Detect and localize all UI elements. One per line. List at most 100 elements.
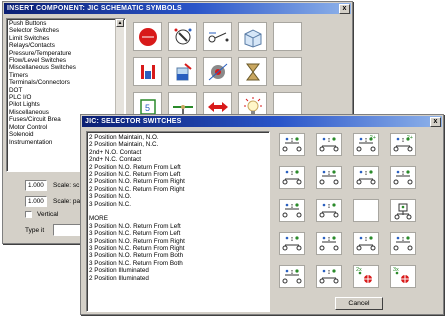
selector-switch-symbol-grid: 2+ 2+ 2x 3x	[273, 133, 439, 295]
category-item[interactable]: Selector Switches	[7, 27, 125, 34]
selector-knob-icon	[394, 203, 412, 219]
cancel-button[interactable]: Cancel	[335, 297, 383, 310]
selector-switch-icon	[282, 236, 302, 251]
category-item[interactable]: Push Buttons	[7, 20, 125, 27]
symbol-tile-selector-switch[interactable]	[168, 22, 197, 51]
main-close-button[interactable]: x	[339, 4, 350, 14]
scroll-up-button[interactable]: ▲	[116, 19, 124, 27]
selector-switch-item[interactable]: 3 Position N.C.	[87, 201, 269, 208]
selector-switch-item[interactable]: 3 Position N.C. Return From Both	[87, 260, 269, 267]
selector-symbol-tile-switch[interactable]	[316, 232, 342, 255]
symbol-tile-empty-2[interactable]	[273, 57, 302, 86]
selector-symbol-tile-switch[interactable]	[316, 133, 342, 156]
scale-pattern-label: Scale: pa	[53, 198, 81, 205]
category-item[interactable]: Flow/Level Switches	[7, 57, 125, 64]
svg-text:5: 5	[145, 103, 150, 113]
category-item[interactable]: Pilot Lights	[7, 101, 125, 108]
category-item[interactable]: PLC I/O	[7, 94, 125, 101]
symbol-tile-misc-switch[interactable]	[203, 57, 232, 86]
flow-level-icon	[176, 62, 192, 80]
selector-symbol-tile-switch[interactable]	[390, 166, 416, 189]
selector-symbol-tile-switch[interactable]	[279, 166, 305, 189]
selector-switch-icon	[319, 203, 339, 218]
selector-switch-item[interactable]: 2 Position N.C. Return From Left	[87, 171, 269, 178]
selector-symbol-tile-switch[interactable]	[316, 166, 342, 189]
selector-symbol-tile-threex[interactable]: 3x	[390, 265, 416, 288]
selector-switch-item[interactable]: 2nd+ N.O. Contact	[87, 149, 269, 156]
selector-symbol-tile-plus_b[interactable]: 2+	[390, 133, 416, 156]
symbol-tile-flow-level[interactable]	[168, 57, 197, 86]
symbol-tile-pressure[interactable]	[133, 57, 162, 86]
selector-switch-item[interactable]: 3 Position N.O. Return From Left	[87, 223, 269, 230]
category-item[interactable]: Timers	[7, 72, 125, 79]
limit-switch-icon	[208, 32, 228, 42]
selector-symbol-tile-switch[interactable]	[279, 133, 305, 156]
selector-switch-icon	[282, 170, 302, 185]
symbol-tile-relay[interactable]	[238, 22, 267, 51]
selector-switch-item[interactable]: 3 Position N.C. Return From Left	[87, 230, 269, 237]
selector-symbol-tile-switch[interactable]	[353, 166, 379, 189]
selector-switch-icon	[282, 269, 302, 284]
selector-switch-icon	[393, 236, 413, 251]
vertical-label: Vertical	[37, 211, 59, 218]
tile-tag-label: 2+	[406, 135, 413, 141]
category-item[interactable]: Relays/Contacts	[7, 42, 125, 49]
selector-symbol-tile-plus_a[interactable]: 2+	[353, 133, 379, 156]
selector-symbol-tile-switch[interactable]	[279, 232, 305, 255]
selector-symbol-tile-twox[interactable]: 2x	[353, 265, 379, 288]
selector-switch-icon	[174, 28, 191, 44]
selector-switches-title: JIC: SELECTOR SWITCHES	[82, 116, 442, 127]
dialog-close-button[interactable]: x	[430, 117, 441, 127]
selector-switch-item[interactable]: 2 Position Illuminated	[87, 267, 269, 274]
selector-switch-icon	[282, 203, 302, 218]
scale-pattern-input[interactable]: 1.000	[25, 196, 47, 207]
type-it-input[interactable]	[53, 224, 83, 236]
category-item[interactable]: Miscellaneous Switches	[7, 64, 125, 71]
tile-tag-label: 3x	[393, 267, 399, 273]
selector-switch-item[interactable]: 2 Position Maintain, N.C.	[87, 141, 269, 148]
scale-symbol-label: Scale: sc	[53, 182, 80, 189]
selector-symbol-tile-switch[interactable]	[279, 199, 305, 222]
selector-switch-icon	[319, 236, 339, 251]
selector-switch-item[interactable]: 3 Position N.O. Return From Right	[87, 238, 269, 245]
selector-switch-item[interactable]: MORE	[87, 215, 269, 222]
selector-switch-item[interactable]	[87, 208, 269, 215]
selector-symbol-tile-empty	[353, 199, 379, 222]
selector-symbol-tile-switch[interactable]	[316, 265, 342, 288]
symbol-tile-limit-switch[interactable]	[203, 22, 232, 51]
misc-switch-icon	[208, 63, 227, 80]
selector-switch-item[interactable]: 2nd+ N.C. Contact	[87, 156, 269, 163]
pressure-gauge-icon	[140, 64, 155, 79]
symbol-tile-timer[interactable]	[238, 57, 267, 86]
category-item[interactable]: DOT	[7, 87, 125, 94]
selector-switch-icon	[319, 170, 339, 185]
category-item[interactable]: Terminals/Connectors	[7, 79, 125, 86]
selector-switch-item[interactable]: 2 Position Maintain, N.O.	[87, 134, 269, 141]
selector-switch-list[interactable]: 2 Position Maintain, N.O. 2 Position Main…	[86, 131, 270, 312]
symbol-tile-push-button[interactable]	[133, 22, 162, 51]
selector-symbol-tile-switch[interactable]	[390, 232, 416, 255]
selector-switch-item[interactable]: 2 Position Illuminated	[87, 275, 269, 282]
selector-switch-icon	[356, 236, 376, 251]
vertical-checkbox[interactable]	[25, 211, 32, 218]
selector-symbol-tile-knob[interactable]	[390, 199, 416, 222]
selector-switch-item[interactable]: 3 Position N.C. Return From Right	[87, 245, 269, 252]
selector-symbol-tile-switch[interactable]	[353, 232, 379, 255]
selector-switch-icon	[319, 269, 339, 284]
selector-switch-item[interactable]: 3 Position N.O.	[87, 193, 269, 200]
hourglass-icon	[245, 63, 260, 80]
relay-icon	[244, 28, 261, 48]
symbol-tile-empty-1[interactable]	[273, 22, 302, 51]
selector-switch-item[interactable]: 2 Position N.C. Return From Right	[87, 186, 269, 193]
selector-switch-item[interactable]: 2 Position N.O. Return From Left	[87, 164, 269, 171]
selector-switch-item[interactable]: 3 Position N.O. Return From Both	[87, 252, 269, 259]
scale-symbol-input[interactable]: 1.000	[25, 180, 47, 191]
category-item[interactable]: Limit Switches	[7, 35, 125, 42]
tile-tag-label: 2+	[369, 135, 376, 141]
selector-symbol-tile-switch[interactable]	[279, 265, 305, 288]
selector-switch-icon	[393, 170, 413, 185]
selector-switch-item[interactable]: 2 Position N.O. Return From Right	[87, 178, 269, 185]
selector-symbol-tile-switch[interactable]	[316, 199, 342, 222]
selector-switch-icon	[319, 137, 339, 152]
category-item[interactable]: Pressure/Temperature	[7, 50, 125, 57]
